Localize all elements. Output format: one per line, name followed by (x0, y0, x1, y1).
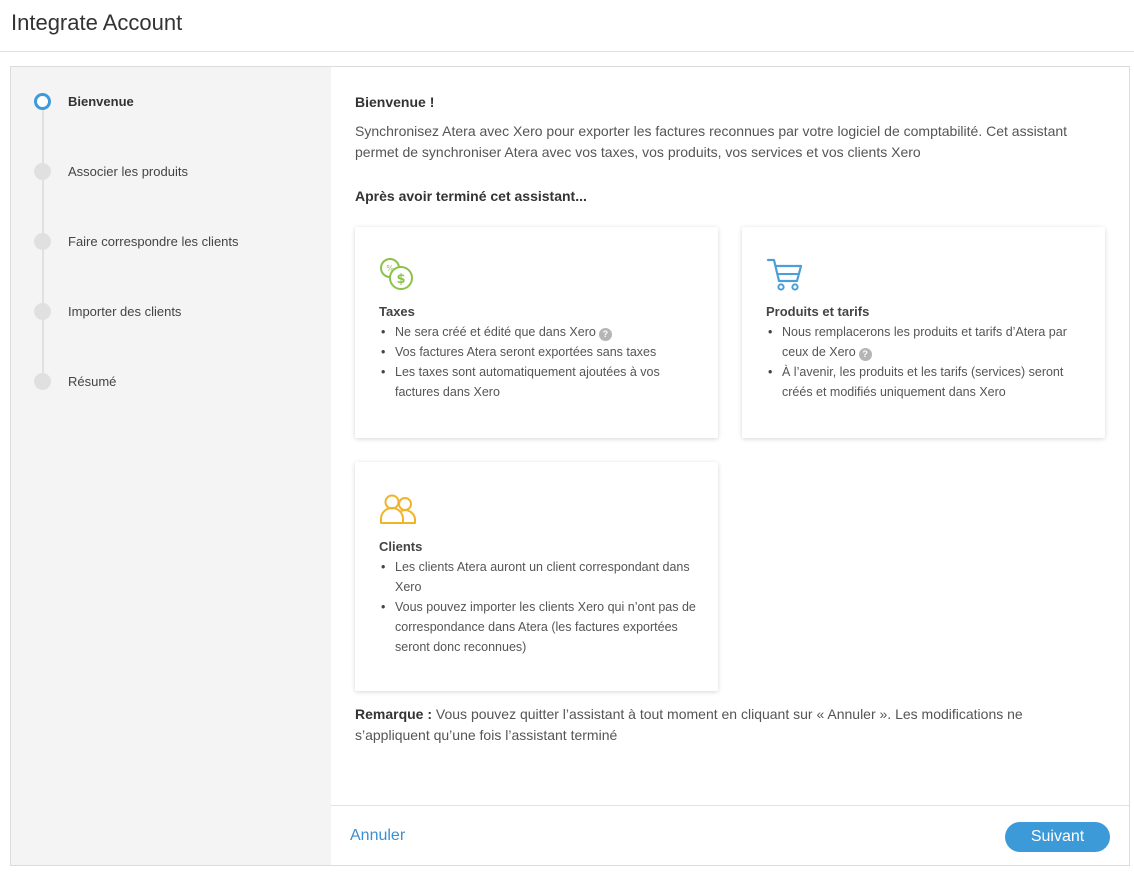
card-title: Taxes (379, 304, 415, 319)
taxes-card: % $ Taxes Ne sera créé et édité que dans… (355, 227, 718, 438)
note-body: Vous pouvez quitter l’assistant à tout m… (355, 706, 1023, 743)
next-button[interactable]: Suivant (1005, 822, 1110, 852)
list-item: Nous remplacerons les produits et tarifs… (766, 322, 1086, 362)
card-title: Produits et tarifs (766, 304, 870, 319)
list-item: Ne sera créé et édité que dans Xero? (379, 322, 699, 342)
note-text: Remarque : Vous pouvez quitter l’assista… (355, 704, 1095, 746)
list-item-text: Nous remplacerons les produits et tarifs… (782, 325, 1067, 359)
wizard-content: Bienvenue ! Synchronisez Atera avec Xero… (331, 67, 1129, 805)
list-item: Les taxes sont automatiquement ajoutées … (379, 362, 699, 402)
step-indicator (34, 163, 51, 180)
products-card: Produits et tarifs Nous remplacerons les… (742, 227, 1105, 438)
step-label: Associer les produits (68, 164, 188, 179)
list-item: À l’avenir, les produits et les tarifs (… (766, 362, 1086, 402)
list-item: Vous pouvez importer les clients Xero qu… (379, 597, 699, 657)
clients-card: Clients Les clients Atera auront un clie… (355, 462, 718, 691)
cancel-button[interactable]: Annuler (350, 827, 405, 845)
intro-text: Synchronisez Atera avec Xero pour export… (355, 123, 1068, 160)
svg-text:$: $ (396, 272, 405, 287)
help-icon[interactable]: ? (858, 348, 872, 361)
list-item: Vos factures Atera seront exportées sans… (379, 342, 699, 362)
note-label: Remarque : (355, 706, 433, 722)
step-label: Importer des clients (68, 304, 182, 319)
list-item-text: Ne sera créé et édité que dans Xero (395, 325, 596, 339)
step-indicator (34, 303, 51, 320)
after-wizard-heading: Après avoir terminé cet assistant... (355, 188, 587, 204)
step-label: Résumé (68, 374, 117, 389)
wizard-steps-sidebar: Bienvenue Associer les produits Faire co… (11, 67, 331, 865)
card-title: Clients (379, 539, 423, 554)
page-title: Integrate Account (11, 10, 183, 35)
shopping-cart-icon (766, 258, 803, 291)
users-icon (380, 494, 416, 524)
wizard-panel: Bienvenue Associer les produits Faire co… (10, 66, 1130, 866)
card-bullet-list: Ne sera créé et édité que dans Xero? Vos… (379, 322, 699, 402)
taxes-icon: % $ (380, 258, 413, 290)
step-label: Faire correspondre les clients (68, 234, 239, 249)
step-indicator (34, 373, 51, 390)
step-indicator (34, 233, 51, 250)
page-header: Integrate Account (0, 0, 1134, 52)
help-icon[interactable]: ? (598, 328, 612, 341)
step-active-indicator (34, 93, 51, 110)
welcome-heading: Bienvenue ! (355, 94, 435, 110)
step-label: Bienvenue (68, 94, 134, 109)
wizard-footer: Annuler Suivant (331, 805, 1129, 865)
list-item: Les clients Atera auront un client corre… (379, 557, 699, 597)
card-bullet-list: Nous remplacerons les produits et tarifs… (766, 322, 1086, 402)
card-bullet-list: Les clients Atera auront un client corre… (379, 557, 699, 657)
